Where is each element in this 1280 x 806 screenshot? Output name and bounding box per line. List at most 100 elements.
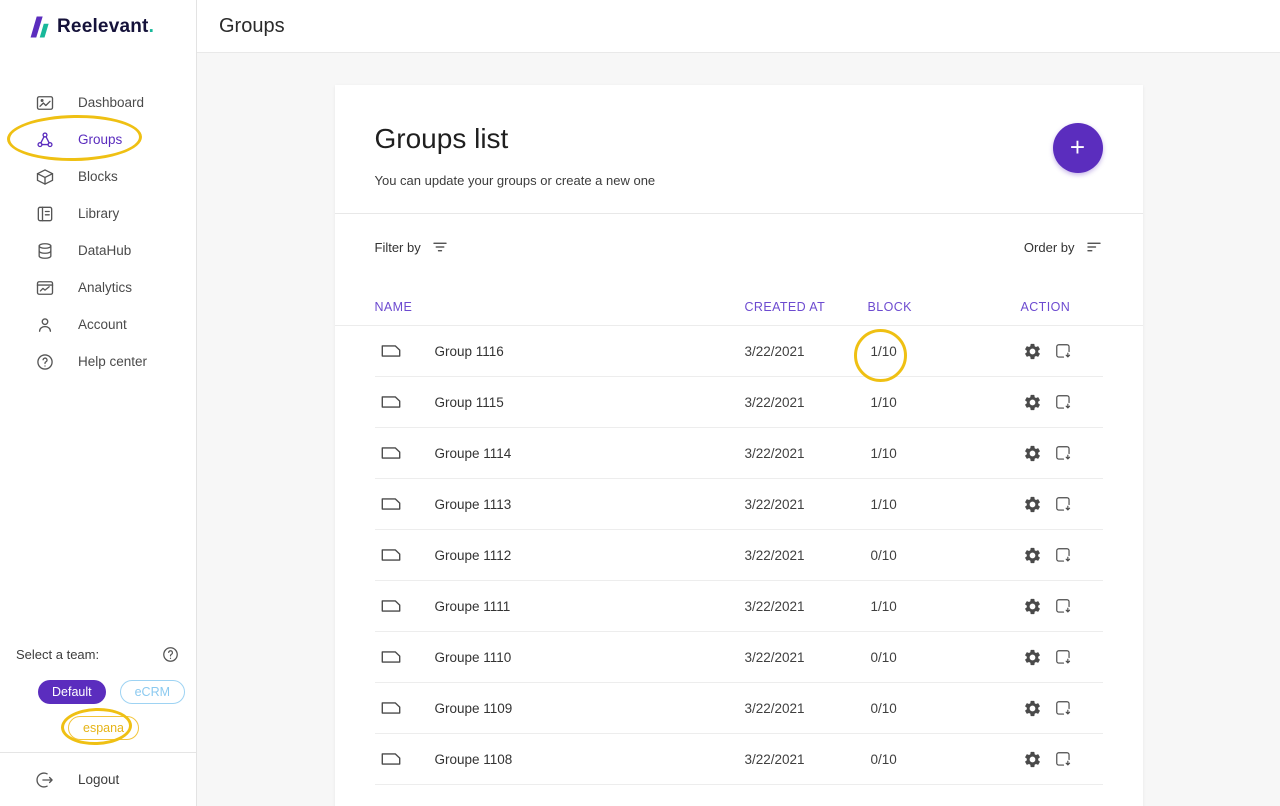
table-header-row: NAME CREATED AT BLOCK ACTION <box>335 282 1143 326</box>
group-type-icon <box>380 393 402 411</box>
settings-gear-icon[interactable] <box>1023 444 1042 463</box>
sidebar-item-label: Dashboard <box>78 95 144 110</box>
row-block: 0/10 <box>868 548 1021 563</box>
export-download-icon[interactable] <box>1054 699 1073 718</box>
sidebar-item-analytics[interactable]: Analytics <box>0 269 196 306</box>
settings-gear-icon[interactable] <box>1023 648 1042 667</box>
page-title: Groups <box>219 15 285 38</box>
card-title: Groups list <box>375 123 656 155</box>
col-header-name: NAME <box>375 300 745 314</box>
settings-gear-icon[interactable] <box>1023 495 1042 514</box>
row-block: 1/10 <box>868 497 1021 512</box>
row-name: Groupe 1113 <box>435 497 512 512</box>
export-download-icon[interactable] <box>1054 393 1073 412</box>
sidebar-item-label: Library <box>78 206 119 221</box>
help-icon <box>35 352 55 372</box>
team-chip-default[interactable]: Default <box>38 680 106 704</box>
sidebar-item-label: Analytics <box>78 280 132 295</box>
library-icon <box>35 204 55 224</box>
group-type-icon <box>380 546 402 564</box>
sidebar-item-account[interactable]: Account <box>0 306 196 343</box>
sort-icon <box>1085 238 1103 256</box>
row-name: Groupe 1114 <box>435 446 512 461</box>
sidebar-item-blocks[interactable]: Blocks <box>0 158 196 195</box>
team-picker-label: Select a team: <box>16 647 99 662</box>
sidebar-item-label: Groups <box>78 132 122 147</box>
sidebar-item-label: Blocks <box>78 169 118 184</box>
table-row[interactable]: Group 1116 3/22/2021 1/10 <box>375 326 1103 377</box>
groups-list-card: Groups list You can update your groups o… <box>335 85 1143 806</box>
add-group-button[interactable]: + <box>1053 123 1103 173</box>
analytics-icon <box>35 278 55 298</box>
sidebar-item-groups[interactable]: Groups <box>0 121 196 158</box>
row-name: Groupe 1108 <box>435 752 513 767</box>
team-chip-ecrm[interactable]: eCRM <box>120 680 185 704</box>
row-block: 1/10 <box>868 599 1021 614</box>
group-type-icon <box>380 444 402 462</box>
table-row[interactable]: Groupe 1108 3/22/2021 0/10 <box>375 734 1103 785</box>
group-type-icon <box>380 648 402 666</box>
table-row[interactable]: Group 1115 3/22/2021 1/10 <box>375 377 1103 428</box>
row-name: Groupe 1111 <box>435 599 511 614</box>
table-row[interactable]: Groupe 1114 3/22/2021 1/10 <box>375 428 1103 479</box>
col-header-action: ACTION <box>1021 300 1103 314</box>
table-row[interactable]: Groupe 1109 3/22/2021 0/10 <box>375 683 1103 734</box>
row-created-at: 3/22/2021 <box>745 497 868 512</box>
table-row[interactable]: Groupe 1112 3/22/2021 0/10 <box>375 530 1103 581</box>
export-download-icon[interactable] <box>1054 546 1073 565</box>
sidebar-item-library[interactable]: Library <box>0 195 196 232</box>
settings-gear-icon[interactable] <box>1023 393 1042 412</box>
group-type-icon <box>380 495 402 513</box>
row-created-at: 3/22/2021 <box>745 701 868 716</box>
export-download-icon[interactable] <box>1054 342 1073 361</box>
export-download-icon[interactable] <box>1054 648 1073 667</box>
row-name: Group 1116 <box>435 344 504 359</box>
logout-label: Logout <box>78 772 119 787</box>
export-download-icon[interactable] <box>1054 444 1073 463</box>
sidebar-item-datahub[interactable]: DataHub <box>0 232 196 269</box>
table-row[interactable]: Groupe 1113 3/22/2021 1/10 <box>375 479 1103 530</box>
topbar: Groups <box>197 0 1280 53</box>
row-block: 0/10 <box>868 752 1021 767</box>
logout-button[interactable]: Logout <box>0 752 196 806</box>
settings-gear-icon[interactable] <box>1023 750 1042 769</box>
sidebar-item-dashboard[interactable]: Dashboard <box>0 84 196 121</box>
row-created-at: 3/22/2021 <box>745 548 868 563</box>
col-header-created-at: CREATED AT <box>745 300 868 314</box>
group-type-icon <box>380 597 402 615</box>
settings-gear-icon[interactable] <box>1023 699 1042 718</box>
row-created-at: 3/22/2021 <box>745 599 868 614</box>
settings-gear-icon[interactable] <box>1023 342 1042 361</box>
team-help-icon[interactable] <box>161 645 180 664</box>
filter-by-button[interactable]: Filter by <box>375 238 449 256</box>
sidebar: Reelevant. Dashboard Groups <box>0 0 197 806</box>
row-name: Group 1115 <box>435 395 504 410</box>
row-created-at: 3/22/2021 <box>745 650 868 665</box>
sidebar-item-label: DataHub <box>78 243 131 258</box>
row-name: Groupe 1109 <box>435 701 513 716</box>
sidebar-item-help-center[interactable]: Help center <box>0 343 196 380</box>
dashboard-icon <box>35 93 55 113</box>
export-download-icon[interactable] <box>1054 597 1073 616</box>
export-download-icon[interactable] <box>1054 750 1073 769</box>
team-picker: Select a team: Default eCRM espana <box>0 645 196 740</box>
settings-gear-icon[interactable] <box>1023 597 1042 616</box>
card-subtitle: You can update your groups or create a n… <box>375 173 656 188</box>
datahub-icon <box>35 241 55 261</box>
row-name: Groupe 1112 <box>435 548 512 563</box>
groups-icon <box>35 130 55 150</box>
blocks-icon <box>35 167 55 187</box>
group-type-icon <box>380 699 402 717</box>
main-content: Groups list You can update your groups o… <box>197 53 1280 806</box>
settings-gear-icon[interactable] <box>1023 546 1042 565</box>
row-created-at: 3/22/2021 <box>745 752 868 767</box>
brand-logo: Reelevant. <box>0 0 196 53</box>
table-row[interactable]: Groupe 1110 3/22/2021 0/10 <box>375 632 1103 683</box>
order-by-label: Order by <box>1024 240 1075 255</box>
row-block: 1/10 <box>868 395 1021 410</box>
export-download-icon[interactable] <box>1054 495 1073 514</box>
table-row[interactable]: Groupe 1111 3/22/2021 1/10 <box>375 581 1103 632</box>
reelevant-logo-icon <box>28 15 50 39</box>
team-chip-espana[interactable]: espana <box>68 716 139 740</box>
order-by-button[interactable]: Order by <box>1024 238 1103 256</box>
